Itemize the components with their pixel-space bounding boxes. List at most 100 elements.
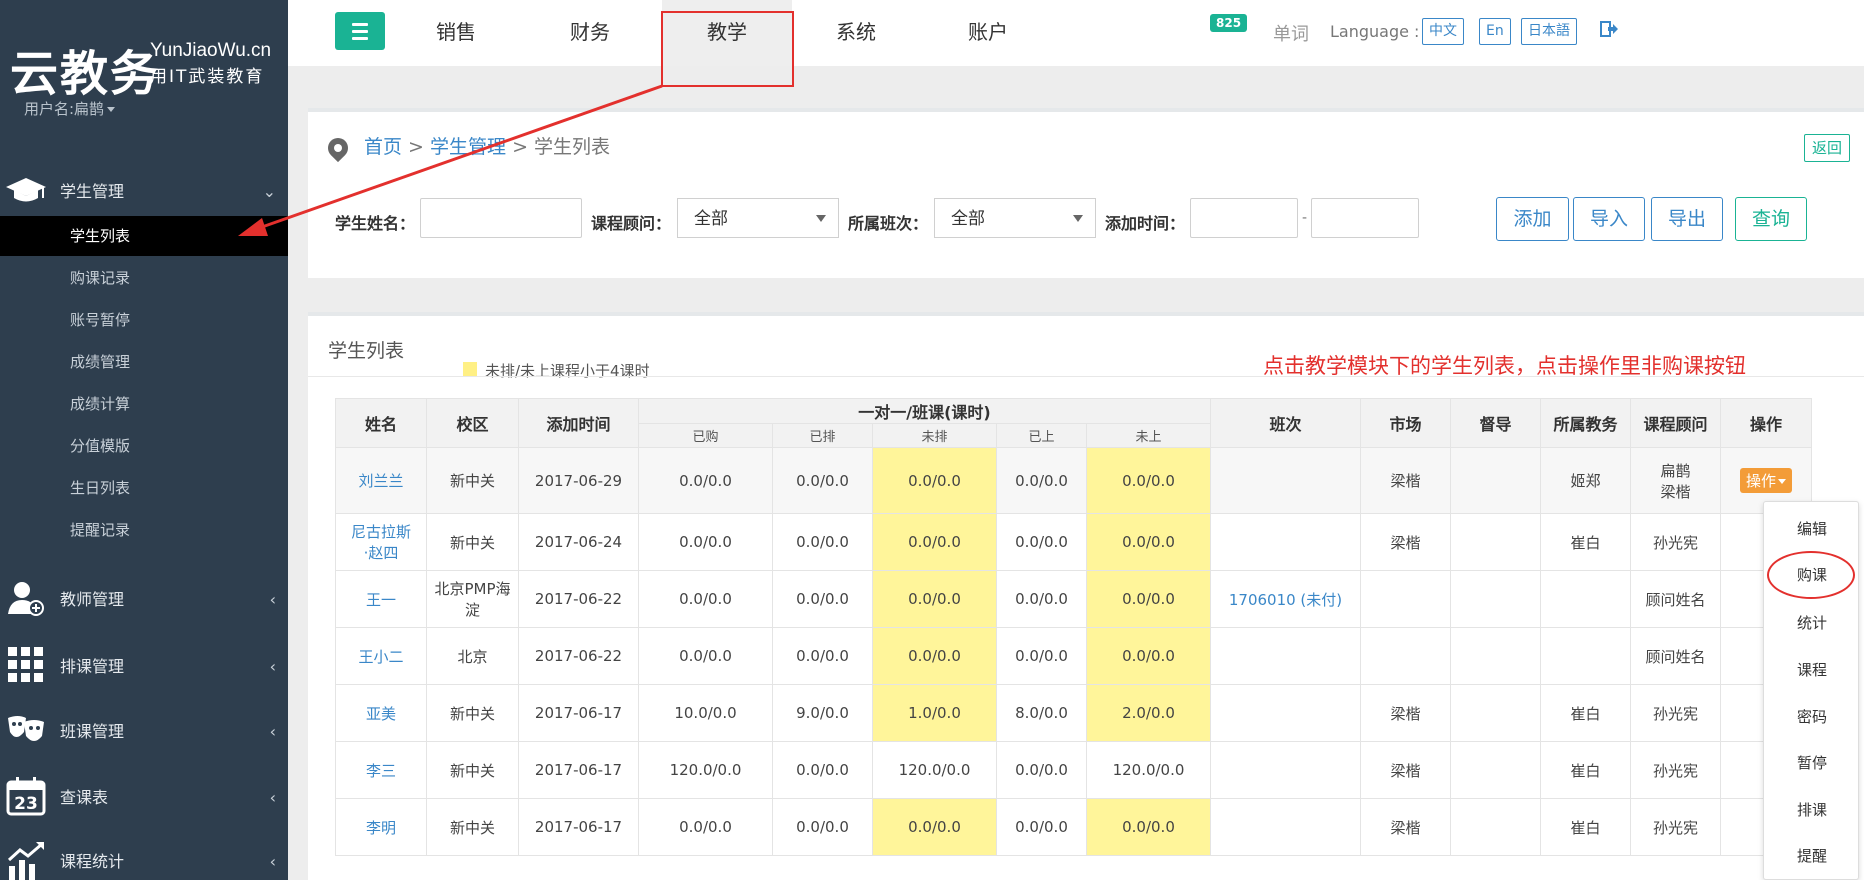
cell-market: 梁楷 bbox=[1360, 513, 1451, 571]
header-bought: 已购 bbox=[638, 423, 773, 448]
cell-bought: 0.0/0.0 bbox=[638, 447, 773, 514]
header-unscheduled: 未排 bbox=[872, 423, 997, 448]
sidebar-group-timetable[interactable]: 23 查课表 ‹ bbox=[0, 776, 288, 816]
notification-badge[interactable]: 825 bbox=[1210, 14, 1248, 32]
cell-attended: 0.0/0.0 bbox=[996, 513, 1087, 571]
name-line: 尼古拉斯 bbox=[350, 523, 411, 541]
breadcrumb-section[interactable]: 学生管理 bbox=[430, 136, 506, 158]
cell-teaching bbox=[1540, 570, 1631, 628]
operation-dropdown-button[interactable]: 操作 bbox=[1739, 468, 1792, 493]
student-name-link[interactable]: 刘兰兰 bbox=[335, 447, 427, 514]
breadcrumb-home[interactable]: 首页 bbox=[364, 136, 402, 158]
op-menu-stats[interactable]: 统计 bbox=[1764, 612, 1860, 633]
op-menu-courses[interactable]: 课程 bbox=[1764, 659, 1860, 680]
import-button[interactable]: 导入 bbox=[1573, 197, 1645, 241]
sidebar-item-birthdays[interactable]: 生日列表 bbox=[0, 468, 288, 508]
student-name-link[interactable]: 亚美 bbox=[335, 684, 427, 742]
cell-supervisor bbox=[1450, 513, 1541, 571]
caret-down-icon bbox=[1073, 215, 1083, 222]
end-date-input[interactable] bbox=[1311, 198, 1419, 238]
cell-unscheduled: 0.0/0.0 bbox=[872, 798, 997, 856]
query-button[interactable]: 查询 bbox=[1735, 197, 1807, 241]
sidebar-item-grades[interactable]: 成绩管理 bbox=[0, 342, 288, 382]
sidebar-item-purchase-records[interactable]: 购课记录 bbox=[0, 258, 288, 298]
class-link[interactable]: 1706010 (未付) bbox=[1210, 570, 1361, 628]
sidebar-group-stats[interactable]: 课程统计 ‹ bbox=[0, 840, 288, 880]
menu-toggle-button[interactable] bbox=[335, 12, 385, 50]
sidebar-group-teacher[interactable]: 教师管理 ‹ bbox=[0, 578, 288, 618]
cell-scheduled: 0.0/0.0 bbox=[772, 570, 873, 628]
class-select[interactable]: 全部 bbox=[934, 198, 1096, 238]
cell-unscheduled: 0.0/0.0 bbox=[872, 513, 997, 571]
sign-out-icon[interactable] bbox=[1600, 20, 1618, 38]
cell-supervisor bbox=[1450, 798, 1541, 856]
cell-unattended: 0.0/0.0 bbox=[1086, 798, 1211, 856]
sidebar-group-label: 查课表 bbox=[60, 788, 109, 807]
cell-bought: 0.0/0.0 bbox=[638, 627, 773, 685]
cell-attended: 8.0/0.0 bbox=[996, 684, 1087, 742]
sidebar-item-score-template[interactable]: 分值模版 bbox=[0, 426, 288, 466]
cell-scheduled: 0.0/0.0 bbox=[772, 447, 873, 514]
grid-icon bbox=[4, 645, 48, 685]
annotation-highlight-teaching bbox=[661, 11, 794, 87]
filter-panel: 首页 > 学生管理 > 学生列表 返回 学生姓名： 课程顾问： 全部 所属班次：… bbox=[308, 108, 1864, 278]
hamburger-icon bbox=[352, 22, 368, 26]
caret-down-icon bbox=[107, 107, 116, 112]
student-name-link[interactable]: 李明 bbox=[335, 798, 427, 856]
op-menu-schedule[interactable]: 排课 bbox=[1764, 799, 1860, 820]
nav-account[interactable]: 账户 bbox=[938, 0, 1038, 66]
op-menu-edit[interactable]: 编辑 bbox=[1764, 518, 1860, 539]
op-menu-password[interactable]: 密码 bbox=[1764, 706, 1860, 727]
sidebar-item-reminders[interactable]: 提醒记录 bbox=[0, 510, 288, 550]
cell-advisor: 孙光宪 bbox=[1630, 684, 1721, 742]
student-name-link[interactable]: 尼古拉斯 ·赵四 bbox=[335, 513, 427, 571]
advisor-line: 扁鹊 bbox=[1660, 461, 1691, 480]
cell-class bbox=[1210, 798, 1361, 856]
caret-down-icon bbox=[816, 215, 826, 222]
student-name-link[interactable]: 王一 bbox=[335, 570, 427, 628]
header-campus: 校区 bbox=[426, 398, 519, 448]
header-added-time: 添加时间 bbox=[518, 398, 639, 448]
advisor-select[interactable]: 全部 bbox=[677, 198, 839, 238]
start-date-input[interactable] bbox=[1190, 198, 1298, 238]
cell-campus: 新中关 bbox=[426, 513, 519, 571]
op-menu-remind[interactable]: 提醒 bbox=[1764, 845, 1860, 866]
top-navigation: 销售 财务 教学 系统 账户 bbox=[288, 0, 1864, 66]
header-unattended: 未上 bbox=[1086, 423, 1211, 448]
divider bbox=[308, 376, 1864, 377]
cell-unattended: 0.0/0.0 bbox=[1086, 627, 1211, 685]
nav-finance[interactable]: 财务 bbox=[540, 0, 640, 66]
student-name-link[interactable]: 李三 bbox=[335, 741, 427, 799]
username-dropdown[interactable]: 用户名:扁鹊 bbox=[24, 98, 116, 119]
sidebar-group-schedule[interactable]: 排课管理 ‹ bbox=[0, 645, 288, 685]
back-button[interactable]: 返回 bbox=[1803, 134, 1850, 162]
cell-attended: 0.0/0.0 bbox=[996, 798, 1087, 856]
nav-sales[interactable]: 销售 bbox=[406, 0, 506, 66]
header-teaching: 所属教务 bbox=[1540, 398, 1631, 448]
word-link[interactable]: 单词 bbox=[1273, 20, 1309, 46]
sidebar-group-class[interactable]: 班课管理 ‹ bbox=[0, 710, 288, 750]
cell-unscheduled: 120.0/0.0 bbox=[872, 741, 997, 799]
sidebar-item-grade-calc[interactable]: 成绩计算 bbox=[0, 384, 288, 424]
op-menu-pause[interactable]: 暂停 bbox=[1764, 752, 1860, 773]
student-name-input[interactable] bbox=[420, 198, 582, 238]
cell-teaching bbox=[1540, 627, 1631, 685]
student-list-panel: 学生列表 未排/未上课程小于4课时 点击教学模块下的学生列表，点击操作里非购课按… bbox=[308, 312, 1864, 880]
cell-campus: 北京PMP海淀 bbox=[426, 570, 519, 628]
sidebar-item-student-list[interactable]: 学生列表 bbox=[0, 216, 288, 256]
sidebar-item-account-pause[interactable]: 账号暂停 bbox=[0, 300, 288, 340]
cell-unattended: 0.0/0.0 bbox=[1086, 570, 1211, 628]
sidebar-group-label: 班课管理 bbox=[60, 722, 125, 741]
lang-english-button[interactable]: En bbox=[1479, 18, 1511, 45]
lang-chinese-button[interactable]: 中文 bbox=[1422, 18, 1464, 45]
nav-system[interactable]: 系统 bbox=[806, 0, 906, 66]
sidebar: 云教务 YunJiaoWu.cn 用IT武装教育 用户名:扁鹊 学生管理 ⌄ 学… bbox=[0, 0, 288, 880]
student-name-link[interactable]: 王小二 bbox=[335, 627, 427, 685]
add-button[interactable]: 添加 bbox=[1496, 197, 1569, 241]
lang-japanese-button[interactable]: 日本語 bbox=[1521, 18, 1577, 45]
class-select-value: 全部 bbox=[951, 209, 985, 229]
sidebar-group-student[interactable]: 学生管理 ⌄ bbox=[0, 170, 288, 210]
cell-bought: 0.0/0.0 bbox=[638, 570, 773, 628]
export-button[interactable]: 导出 bbox=[1651, 197, 1723, 241]
hamburger-icon bbox=[352, 36, 368, 40]
